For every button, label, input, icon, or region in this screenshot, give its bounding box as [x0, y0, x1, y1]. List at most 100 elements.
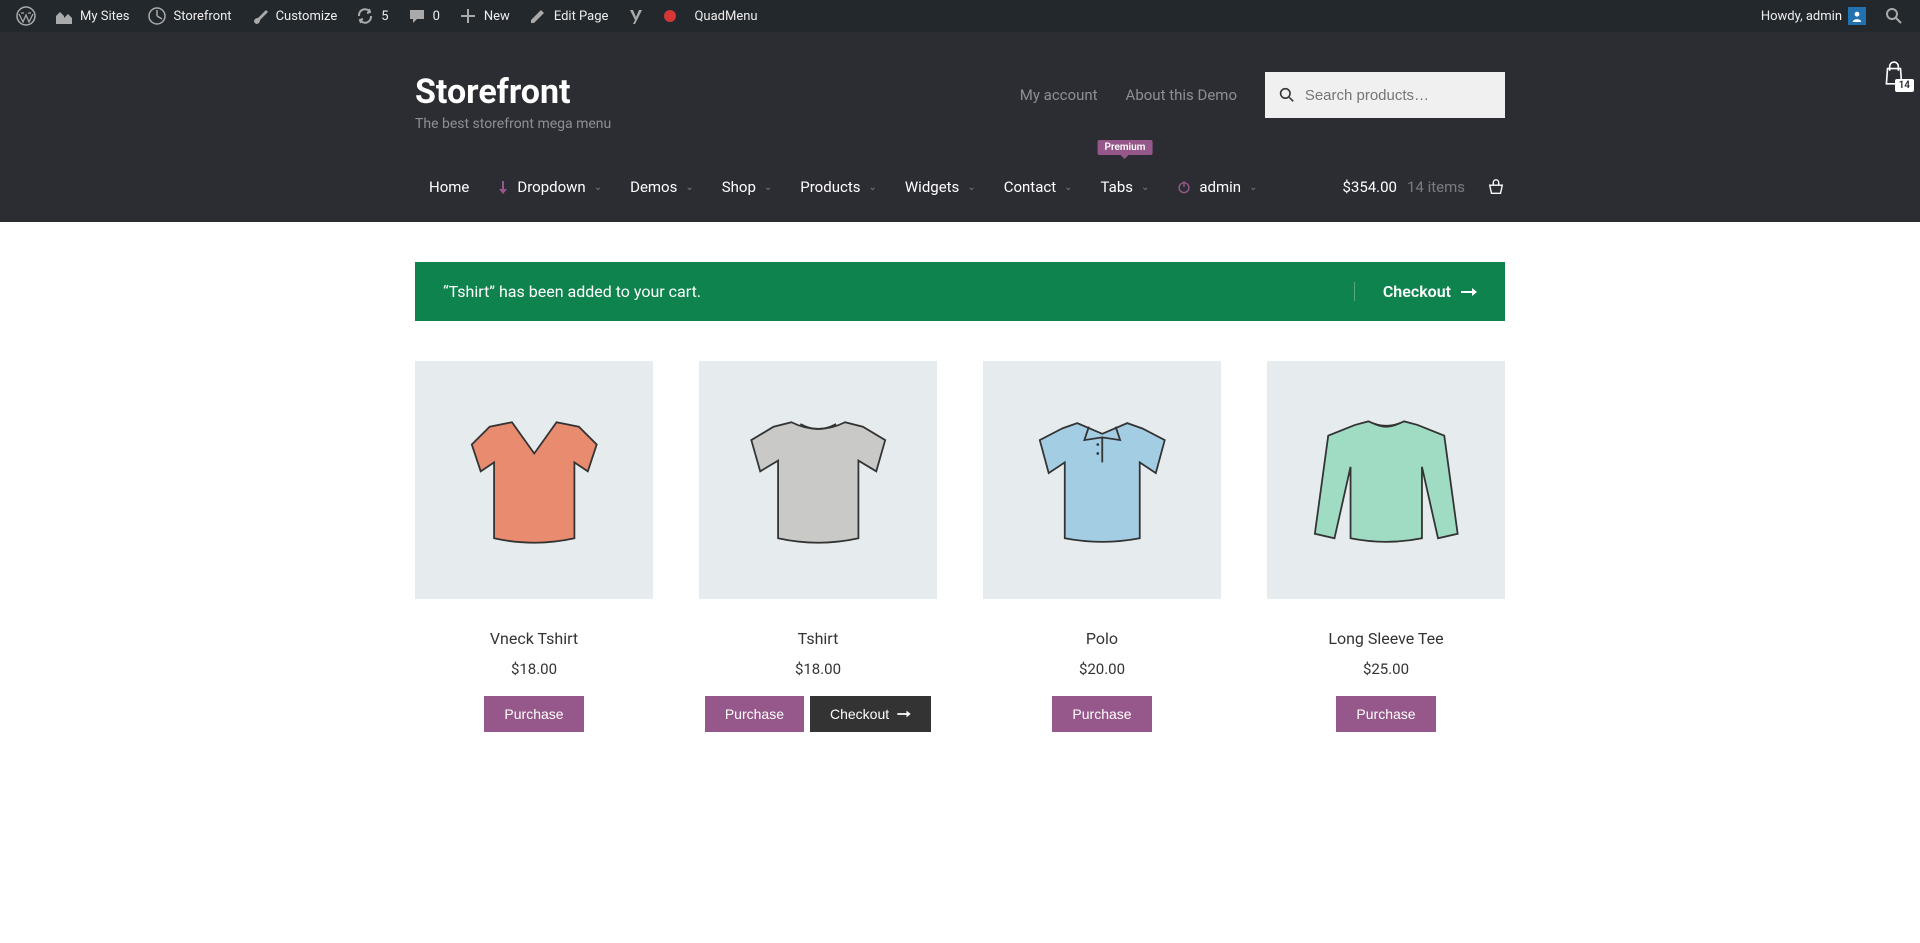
nav-widgets[interactable]: Widgets ⌄: [891, 152, 990, 222]
about-demo-link[interactable]: About this Demo: [1126, 86, 1237, 104]
search-input[interactable]: [1305, 87, 1491, 104]
nav-shop[interactable]: Shop ⌄: [708, 152, 787, 222]
update-icon: [355, 6, 375, 26]
my-account-link[interactable]: My account: [1020, 86, 1098, 104]
product-name[interactable]: Polo: [983, 629, 1221, 648]
nav-dropdown[interactable]: Dropdown⌄: [483, 152, 616, 222]
product-card: Vneck Tshirt $18.00 Purchase: [415, 361, 653, 732]
nav-dropdown-label: Dropdown: [517, 178, 585, 196]
product-image[interactable]: [1267, 361, 1505, 599]
howdy-label: Howdy, admin: [1761, 9, 1842, 24]
howdy-link[interactable]: Howdy, admin: [1753, 0, 1874, 32]
product-card: Long Sleeve Tee $25.00 Purchase: [1267, 361, 1505, 732]
product-image[interactable]: [415, 361, 653, 599]
yoast-link[interactable]: [618, 0, 654, 32]
product-name[interactable]: Long Sleeve Tee: [1267, 629, 1505, 648]
nav-demos-label: Demos: [630, 178, 677, 196]
nav-tabs-label: Tabs: [1101, 178, 1133, 196]
basket-icon: [1487, 178, 1505, 196]
cart-summary[interactable]: $354.00 14 items: [1342, 178, 1505, 196]
product-price: $18.00: [699, 660, 937, 678]
chevron-down-icon: ⌄: [685, 182, 693, 193]
nav-widgets-label: Widgets: [905, 178, 959, 196]
success-notice: “Tshirt” has been added to your cart. Ch…: [415, 262, 1505, 321]
arrow-right-icon: [897, 709, 911, 719]
nav-admin[interactable]: admin ⌄: [1163, 152, 1271, 222]
cart-items-count: 14 items: [1407, 178, 1465, 196]
chevron-down-icon: ⌄: [868, 182, 876, 193]
comments-count: 0: [433, 9, 440, 24]
new-label: New: [484, 9, 510, 24]
wp-admin-bar: My Sites Storefront Customize 5 0 New Ed…: [0, 0, 1920, 32]
nav-shop-label: Shop: [722, 178, 756, 196]
chevron-down-icon: ⌄: [1141, 182, 1149, 193]
pencil-icon: [528, 6, 548, 26]
red-dot-item[interactable]: [656, 0, 684, 32]
comments-link[interactable]: 0: [399, 0, 448, 32]
product-price: $18.00: [415, 660, 653, 678]
chevron-down-icon: ⌄: [967, 182, 975, 193]
nav-products[interactable]: Products⌄: [786, 152, 891, 222]
site-tagline: The best storefront mega menu: [415, 116, 611, 132]
site-name-link[interactable]: Storefront: [139, 0, 239, 32]
product-name[interactable]: Tshirt: [699, 629, 937, 648]
nav-tabs[interactable]: Premium Tabs⌄: [1087, 152, 1164, 222]
product-card: Tshirt $18.00 Purchase Checkout: [699, 361, 937, 732]
updates-count: 5: [381, 9, 388, 24]
plus-icon: [458, 6, 478, 26]
arrow-down-icon: [497, 180, 509, 194]
nav-contact[interactable]: Contact ⌄: [990, 152, 1087, 222]
yoast-icon: [626, 6, 646, 26]
site-branding: Storefront The best storefront mega menu: [415, 72, 611, 132]
avatar-icon: [1848, 7, 1866, 25]
nav-demos[interactable]: Demos ⌄: [616, 152, 708, 222]
brush-icon: [250, 6, 270, 26]
my-sites-label: My Sites: [80, 9, 129, 24]
new-link[interactable]: New: [450, 0, 518, 32]
product-search[interactable]: [1265, 72, 1505, 118]
checkout-link-label: Checkout: [1383, 282, 1451, 301]
main-navigation: Home Dropdown⌄ Demos⌄ Shop⌄ Products⌄ Wi…: [0, 152, 1920, 222]
edit-page-label: Edit Page: [554, 9, 609, 24]
wordpress-icon: [16, 6, 36, 26]
wp-logo[interactable]: [8, 0, 44, 32]
status-dot-icon: [664, 10, 676, 22]
nav-home[interactable]: Home: [415, 152, 483, 222]
customize-link[interactable]: Customize: [242, 0, 346, 32]
search-toggle[interactable]: [1876, 0, 1912, 32]
updates-link[interactable]: 5: [347, 0, 396, 32]
product-price: $20.00: [983, 660, 1221, 678]
edit-page-link[interactable]: Edit Page: [520, 0, 617, 32]
purchase-button[interactable]: Purchase: [705, 696, 804, 732]
checkout-button[interactable]: Checkout: [810, 696, 931, 732]
floating-cart-count: 14: [1895, 79, 1914, 92]
quadmenu-link[interactable]: QuadMenu: [686, 0, 765, 32]
product-image[interactable]: [699, 361, 937, 599]
purchase-button[interactable]: Purchase: [1052, 696, 1151, 732]
customize-label: Customize: [276, 9, 338, 24]
purchase-button[interactable]: Purchase: [484, 696, 583, 732]
floating-cart[interactable]: 14: [1868, 48, 1920, 100]
chevron-down-icon: ⌄: [1249, 182, 1257, 193]
nav-home-label: Home: [429, 178, 469, 196]
product-name[interactable]: Vneck Tshirt: [415, 629, 653, 648]
my-sites-link[interactable]: My Sites: [46, 0, 137, 32]
nav-contact-label: Contact: [1004, 178, 1056, 196]
chevron-down-icon: ⌄: [764, 182, 772, 193]
quadmenu-label: QuadMenu: [694, 9, 757, 24]
notice-checkout-link[interactable]: Checkout: [1354, 282, 1477, 301]
nav-admin-label: admin: [1199, 178, 1241, 196]
purchase-button[interactable]: Purchase: [1336, 696, 1435, 732]
sites-icon: [54, 6, 74, 26]
premium-badge: Premium: [1098, 140, 1153, 155]
product-price: $25.00: [1267, 660, 1505, 678]
arrow-right-icon: [1461, 286, 1477, 298]
site-name-label: Storefront: [173, 9, 231, 24]
product-image[interactable]: [983, 361, 1221, 599]
site-title[interactable]: Storefront: [415, 72, 611, 112]
chevron-down-icon: ⌄: [1064, 182, 1072, 193]
site-header: Storefront The best storefront mega menu…: [0, 32, 1920, 222]
comment-icon: [407, 6, 427, 26]
product-card: Polo $20.00 Purchase: [983, 361, 1221, 732]
dashboard-icon: [147, 6, 167, 26]
